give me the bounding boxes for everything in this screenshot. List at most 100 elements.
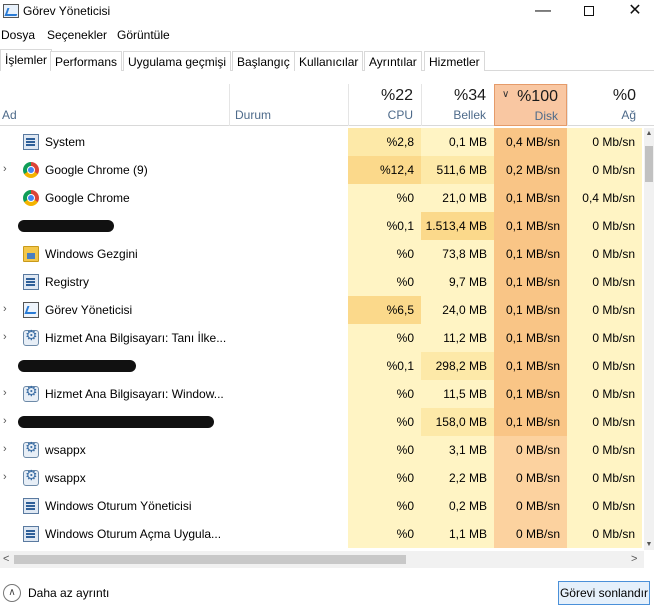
disk-cell: 0 MB/sn [494, 436, 567, 464]
disk-cell: 0,1 MB/sn [494, 184, 567, 212]
chevron-right-icon[interactable]: › [3, 331, 7, 343]
scroll-right-icon[interactable]: > [631, 553, 637, 565]
chevron-right-icon[interactable]: › [3, 387, 7, 399]
column-memory[interactable]: %34 Bellek [421, 84, 494, 126]
memory-cell: 3,1 MB [421, 436, 494, 464]
fewer-details-link[interactable]: Daha az ayrıntı [28, 586, 109, 600]
title-bar: Görev Yöneticisi — ✕ [0, 0, 654, 24]
column-network[interactable]: %0 Ağ [567, 84, 644, 126]
table-row[interactable]: › Hizmet Ana Bilgisayarı: Window... %011,5… [0, 380, 644, 408]
menu-file[interactable]: Dosya [1, 28, 35, 42]
chevron-right-icon[interactable]: › [3, 303, 7, 315]
process-name: wsappx [45, 471, 86, 485]
cpu-cell: %0 [348, 464, 421, 492]
memory-cell: 21,0 MB [421, 184, 494, 212]
tab-performance[interactable]: Performans [50, 51, 123, 71]
column-cpu[interactable]: %22 CPU [348, 84, 421, 126]
horizontal-scrollbar[interactable]: < > [0, 551, 644, 568]
maximize-button[interactable] [566, 0, 612, 24]
cpu-cell: %0 [348, 184, 421, 212]
table-row[interactable]: › wsappx %03,1 MB0 MB/sn0 Mb/sn [0, 436, 644, 464]
table-row[interactable]: › Google Chrome (9) %12,4 511,6 MB 0,2 MB/sn… [0, 156, 644, 184]
network-label: Ağ [621, 108, 636, 122]
network-cell: 0 Mb/sn [567, 268, 642, 296]
system-icon [23, 274, 39, 290]
scroll-down-icon[interactable]: ▼ [644, 541, 654, 548]
menu-options[interactable]: Seçenekler [47, 28, 107, 42]
column-divider [229, 84, 230, 126]
chevron-right-icon[interactable]: › [3, 415, 7, 427]
disk-cell: 0,4 MB/sn [494, 128, 567, 156]
chevron-right-icon[interactable]: › [3, 443, 7, 455]
memory-cell: 24,0 MB [421, 296, 494, 324]
redacted-name [18, 416, 214, 428]
table-row[interactable]: Windows Gezgini %0 73,8 MB 0,1 MB/sn 0 Mb/sn [0, 240, 644, 268]
chevron-up-icon[interactable]: ∧ [3, 584, 21, 602]
minimize-button[interactable]: — [520, 0, 566, 24]
network-cell: 0 Mb/sn [567, 156, 642, 184]
table-row[interactable]: %0,1 1.513,4 MB 0,1 MB/sn 0 Mb/sn [0, 212, 644, 240]
horizontal-scroll-thumb[interactable] [14, 555, 406, 564]
process-name: Google Chrome (9) [45, 163, 148, 177]
scroll-up-icon[interactable]: ▲ [644, 130, 654, 137]
process-name: Windows Oturum Açma Uygula... [45, 527, 222, 541]
memory-cell: 73,8 MB [421, 240, 494, 268]
table-row[interactable]: System %2,8 0,1 MB 0,4 MB/sn 0 Mb/sn [0, 128, 644, 156]
gear-icon [23, 468, 39, 486]
network-cell: 0 Mb/sn [567, 240, 642, 268]
menu-bar: Dosya Seçenekler Görüntüle [0, 26, 654, 46]
scroll-left-icon[interactable]: < [3, 553, 9, 565]
disk-cell: 0,1 MB/sn [494, 296, 567, 324]
menu-view[interactable]: Görüntüle [117, 28, 170, 42]
system-icon [23, 498, 39, 514]
chevron-right-icon[interactable]: › [3, 471, 7, 483]
process-name: Windows Oturum Yöneticisi [45, 499, 192, 513]
maximize-icon [584, 6, 594, 16]
task-manager-icon [23, 302, 39, 318]
system-icon [23, 526, 39, 542]
process-name: Görev Yöneticisi [45, 303, 133, 317]
disk-cell: 0,1 MB/sn [494, 240, 567, 268]
column-status[interactable]: Durum [235, 108, 271, 122]
tab-users[interactable]: Kullanıcılar [294, 51, 364, 71]
table-row[interactable]: Windows Oturum Yöneticisi %0 0,2 MB 0 MB/sn… [0, 492, 644, 520]
disk-cell: 0,1 MB/sn [494, 324, 567, 352]
table-row[interactable]: Windows Oturum Açma Uygula... %0 1,1 MB 0 M… [0, 520, 644, 548]
tab-startup[interactable]: Başlangıç [232, 51, 295, 71]
network-cell: 0 Mb/sn [567, 296, 642, 324]
network-cell: 0 Mb/sn [567, 436, 642, 464]
tab-services[interactable]: Hizmetler [424, 51, 485, 71]
table-row[interactable]: Google Chrome %0 21,0 MB 0,1 MB/sn 0,4 Mb/sn [0, 184, 644, 212]
column-disk[interactable]: ∨ %100 Disk [494, 84, 567, 126]
network-cell: 0 Mb/sn [567, 324, 642, 352]
network-cell: 0 Mb/sn [567, 212, 642, 240]
table-row[interactable]: › %0 158,0 MB 0,1 MB/sn 0 Mb/sn [0, 408, 644, 436]
folder-icon [23, 246, 39, 262]
process-list: System %2,8 0,1 MB 0,4 MB/sn 0 Mb/sn › Google … [0, 128, 644, 550]
vertical-scroll-thumb[interactable] [645, 146, 653, 182]
network-cell: 0 Mb/sn [567, 492, 642, 520]
cpu-cell: %0 [348, 436, 421, 464]
network-cell: 0 Mb/sn [567, 128, 642, 156]
end-task-button[interactable]: Görevi sonlandır [558, 581, 650, 605]
table-row[interactable]: %0,1 298,2 MB 0,1 MB/sn 0 Mb/sn [0, 352, 644, 380]
table-row[interactable]: › wsappx %02,2 MB0 MB/sn0 Mb/sn [0, 464, 644, 492]
table-row[interactable]: › Görev Yöneticisi %6,5 24,0 MB 0,1 MB/sn 0 M… [0, 296, 644, 324]
gear-icon [23, 328, 39, 346]
tab-details[interactable]: Ayrıntılar [364, 51, 422, 71]
cpu-cell: %0 [348, 268, 421, 296]
cpu-cell: %0 [348, 520, 421, 548]
close-button[interactable]: ✕ [612, 0, 654, 24]
network-cell: 0 Mb/sn [567, 464, 642, 492]
table-row[interactable]: › Hizmet Ana Bilgisayarı: Tanı İlke... %01… [0, 324, 644, 352]
table-row[interactable]: Registry %0 9,7 MB 0,1 MB/sn 0 Mb/sn [0, 268, 644, 296]
redacted-name [18, 360, 136, 372]
network-cell: 0 Mb/sn [567, 352, 642, 380]
disk-label: Disk [534, 109, 558, 123]
memory-cell: 1.513,4 MB [421, 212, 494, 240]
tab-app-history[interactable]: Uygulama geçmişi [123, 51, 232, 71]
column-name[interactable]: Ad [2, 108, 17, 122]
chevron-right-icon[interactable]: › [3, 163, 7, 175]
vertical-scrollbar[interactable]: ▲ ▼ [644, 128, 654, 550]
tab-processes[interactable]: İşlemler [0, 49, 53, 71]
